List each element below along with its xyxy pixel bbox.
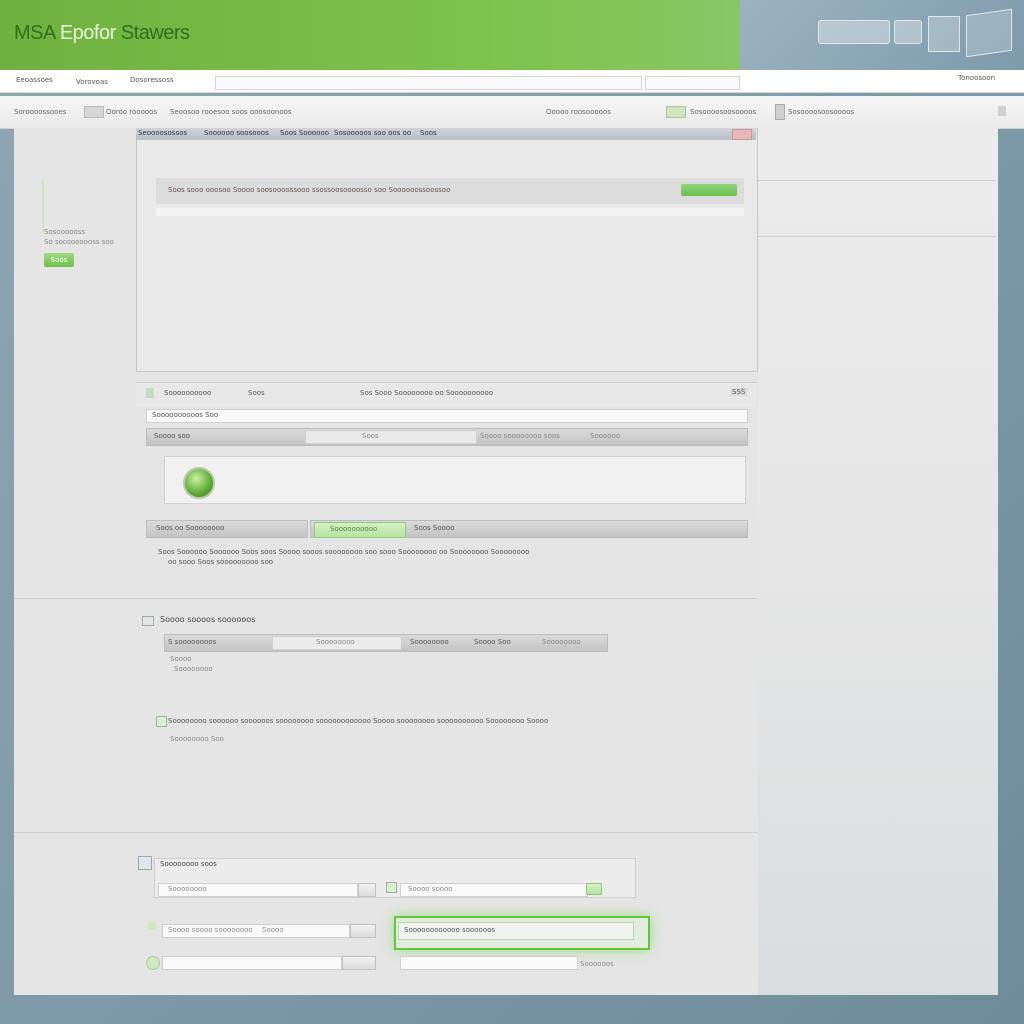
inner-tab-3[interactable]: Soos Soooooo bbox=[280, 129, 329, 137]
section3-right-label2: Soooo Soo bbox=[474, 638, 511, 646]
right-pane bbox=[758, 128, 998, 995]
section3-field-label: S soooooooos bbox=[168, 638, 217, 646]
section2-desc-line-1: Soos Soooooo Soooooo Soos soos Soooo soo… bbox=[158, 548, 530, 556]
section3-icon bbox=[142, 616, 154, 626]
section1-row-right2: Soooooo bbox=[590, 432, 621, 440]
toolbar-item-2[interactable]: Ooroo rooooos bbox=[106, 108, 157, 116]
app-header: MSA Epofor Stawers bbox=[0, 0, 1024, 70]
section2-left-label: Soos oo Soooooooo bbox=[156, 524, 225, 532]
section4-field-2-text: Soooo soooo bbox=[408, 885, 453, 893]
section1-row-field-text: Soos bbox=[362, 432, 379, 440]
window-icon[interactable] bbox=[928, 16, 960, 52]
section4-title: Soooooooo soos bbox=[160, 860, 217, 868]
header-search-control[interactable] bbox=[818, 20, 890, 44]
left-panel-line-2: So soosoooooss soo bbox=[44, 238, 114, 246]
section1-row-label: Soooo soo bbox=[154, 432, 191, 440]
section3-desc-line-2: Soooooooo Soo bbox=[170, 735, 224, 743]
toolbar-item-1[interactable]: Soroooossooes bbox=[14, 108, 66, 116]
inner-row-text: Soos sooo ooosoo Soooo soosoooossooo sso… bbox=[168, 186, 451, 194]
toolbar-item-3[interactable]: Seoosoo rooesoo soos ooosoonoos bbox=[170, 108, 292, 116]
menu-item-3[interactable]: Dosoressoss bbox=[130, 76, 174, 84]
section4-radio-icon[interactable] bbox=[146, 956, 160, 970]
title-part-3: Stawers bbox=[120, 22, 190, 44]
section4-field-3b-text: Soooo bbox=[262, 926, 284, 934]
section4-field-1-button[interactable] bbox=[358, 883, 376, 897]
header-settings-control[interactable] bbox=[894, 20, 922, 44]
section4-checkbox[interactable] bbox=[386, 882, 397, 893]
section3-desc-line-1: Soooooooo soooooo soooooos soooooooo soo… bbox=[168, 717, 549, 725]
inner-progress-strip bbox=[156, 208, 744, 216]
toolbar-item-4[interactable]: Ooooo roosooooos bbox=[546, 108, 611, 116]
green-tool-icon[interactable] bbox=[666, 106, 686, 118]
inner-close-icon[interactable] bbox=[732, 129, 752, 140]
inner-tab-4[interactable]: Sosooooos soo oos oo bbox=[334, 129, 411, 137]
section4-field-4-button[interactable] bbox=[342, 956, 376, 970]
section1-row-right: Soooo soooooooo soos bbox=[480, 432, 560, 440]
section4-bottom-right: Soooooos bbox=[580, 960, 614, 968]
section3-title: Soooo soooos soooooos bbox=[160, 615, 256, 624]
highlighted-field-text: Soooooooooooo soooooos bbox=[404, 926, 496, 934]
section4-green-toggle[interactable] bbox=[586, 883, 602, 895]
section1-label-2: Soos bbox=[248, 389, 265, 397]
app-title: MSA Epofor Stawers bbox=[14, 22, 190, 45]
section1-row-field[interactable] bbox=[305, 430, 477, 444]
section4-field-3-button[interactable] bbox=[350, 924, 376, 938]
go-button[interactable] bbox=[681, 184, 737, 196]
section4-bullet-icon bbox=[148, 922, 156, 930]
section4-field-3-text: Soooo soooo soooooooo bbox=[168, 926, 253, 934]
menu-item-1[interactable]: Eeoassoes bbox=[16, 76, 53, 84]
section3-sub-2: Soooooooo bbox=[174, 665, 213, 673]
monitor-icon[interactable] bbox=[966, 8, 1012, 58]
back-icon[interactable] bbox=[84, 106, 104, 118]
menu-item-2[interactable]: Vorovoas bbox=[76, 78, 108, 86]
right-pane-divider-2 bbox=[758, 236, 996, 237]
right-pane-divider-1 bbox=[758, 180, 996, 181]
section3-far-right: Soooooooo bbox=[542, 638, 581, 646]
section4-field-4[interactable] bbox=[162, 956, 342, 970]
toolbar-item-6[interactable]: Sosoooosoosoooos bbox=[788, 108, 854, 116]
section3-mid-label: Soooooooo bbox=[316, 638, 355, 646]
section1-filter-field[interactable] bbox=[146, 409, 748, 423]
address-input[interactable] bbox=[215, 76, 642, 90]
section3-checkbox[interactable] bbox=[156, 716, 167, 727]
title-part-2: Epofor bbox=[59, 22, 116, 44]
search-input[interactable] bbox=[645, 76, 740, 90]
title-part-1: MSA bbox=[14, 22, 55, 44]
left-panel-button[interactable]: Soos bbox=[44, 253, 74, 267]
section4-field-5[interactable] bbox=[400, 956, 578, 970]
section1-label-3: Sos Sooo Soooooooo oo Soooooooooo bbox=[360, 389, 494, 397]
section1-badge: SSS bbox=[730, 388, 748, 396]
left-panel-line-1: Sosoooooss bbox=[44, 228, 86, 236]
status-orb-icon bbox=[183, 467, 215, 499]
inner-tab-2[interactable]: Soooooo soosooos bbox=[204, 129, 269, 137]
section1-content-box bbox=[164, 456, 746, 504]
section-divider-1 bbox=[14, 598, 758, 599]
section3-right-label: Soooooooo bbox=[410, 638, 449, 646]
menu-right-link[interactable]: Tonoosoon bbox=[958, 74, 995, 82]
left-panel-image bbox=[42, 180, 104, 232]
section1-icon bbox=[146, 388, 154, 398]
section2-right-text: Soos Soooo bbox=[414, 524, 455, 532]
inner-window bbox=[136, 128, 758, 372]
section2-desc-line-2: oo sooo Soos sooooooooo soo bbox=[168, 558, 274, 566]
section4-field-1-text: Soooooooo bbox=[168, 885, 207, 893]
section4-icon bbox=[138, 856, 152, 870]
inner-tab-1[interactable]: Seoooosossos bbox=[138, 129, 187, 137]
toolbar-item-5[interactable]: Sosoooosoosoooos bbox=[690, 108, 756, 116]
section1-filter-text: Soooooooooos Soo bbox=[152, 411, 219, 419]
section2-green-field-text: Soooooooooo bbox=[330, 525, 378, 533]
section3-sub-1: Soooo bbox=[170, 655, 192, 663]
inner-tab-5[interactable]: Soos bbox=[420, 129, 437, 137]
lock-icon bbox=[775, 104, 785, 120]
scroll-arrow-icon[interactable] bbox=[998, 106, 1006, 116]
section1-label-1: Soooooooooo bbox=[164, 389, 212, 397]
section-divider-2 bbox=[14, 832, 758, 833]
